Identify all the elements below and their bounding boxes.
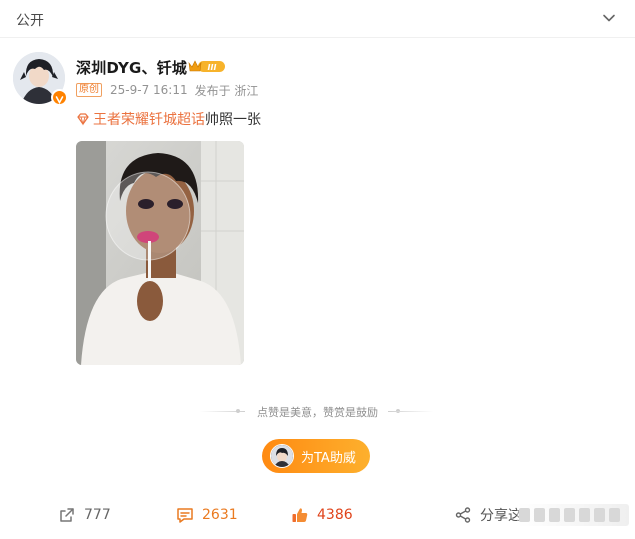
cheer-avatar	[270, 444, 294, 468]
cheer-button-label: 为TA助威	[301, 450, 356, 466]
original-tag: 原创	[76, 83, 102, 97]
share-icon	[455, 507, 471, 523]
forward-icon	[60, 508, 74, 522]
author-avatar-wrap[interactable]	[13, 52, 68, 106]
forward-button[interactable]: 777	[58, 505, 111, 525]
thumbs-up-icon	[292, 508, 308, 522]
like-button[interactable]: 4386	[291, 505, 353, 525]
divider-right	[388, 411, 433, 412]
blurred-overlay	[517, 504, 629, 526]
like-count: 4386	[317, 507, 353, 523]
share-button[interactable]: 分享这	[454, 505, 522, 525]
share-label: 分享这	[480, 508, 522, 524]
cheer-button[interactable]: 为TA助威	[262, 439, 370, 473]
post-content: 王者荣耀钎城超话 帅照一张	[76, 109, 261, 129]
forward-count: 777	[84, 507, 111, 523]
post-source: 发布于 浙江	[194, 83, 259, 98]
post-body-text: 帅照一张	[205, 112, 261, 128]
visibility-label[interactable]: 公开	[16, 10, 44, 30]
post-date[interactable]: 25-9-7 16:11	[110, 83, 188, 97]
author-name[interactable]: 深圳DYG、钎城	[76, 57, 187, 78]
post-meta: 原创 25-9-7 16:11 发布于 浙江	[76, 82, 258, 98]
post-photo[interactable]	[76, 141, 244, 365]
comment-button[interactable]: 2631	[176, 505, 238, 525]
crown-level-icon[interactable]: III	[188, 58, 226, 74]
verified-v-icon	[51, 89, 68, 106]
reward-slogan: 点赞是美意，赞赏是鼓励	[257, 406, 378, 419]
level-badge-text: III	[208, 63, 217, 72]
comment-count: 2631	[202, 507, 238, 523]
supertopic-diamond-icon	[77, 113, 89, 126]
chevron-down-icon[interactable]	[601, 10, 617, 26]
supertopic-link[interactable]: 王者荣耀钎城超话	[93, 109, 205, 129]
comment-icon	[177, 508, 193, 523]
post-header-bar: 公开	[0, 0, 635, 38]
